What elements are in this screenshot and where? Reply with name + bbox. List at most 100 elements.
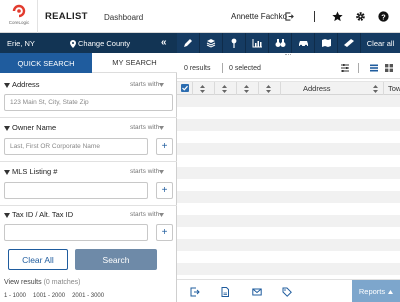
measure-tool-button[interactable]	[338, 33, 361, 53]
range-link[interactable]: 1 - 1000	[4, 293, 26, 299]
sort-column-header[interactable]	[215, 82, 237, 95]
pencil-icon	[184, 39, 192, 47]
table-row	[177, 155, 400, 167]
filter-settings-icon[interactable]	[340, 63, 350, 73]
binoculars-icon	[275, 39, 285, 47]
results-toolbar: 0 results 0 selected	[177, 58, 400, 79]
table-row	[177, 131, 400, 143]
view-results-label: View results	[4, 279, 42, 286]
star-icon[interactable]	[332, 11, 343, 22]
sort-icon	[244, 85, 249, 93]
gear-icon[interactable]	[355, 11, 366, 22]
sort-icon	[266, 85, 271, 93]
tax-id-match-mode[interactable]: starts with	[130, 211, 159, 218]
table-row	[177, 191, 400, 203]
column-header-town[interactable]: Tow	[384, 82, 400, 95]
table-row	[177, 95, 400, 107]
tax-id-input[interactable]	[4, 224, 148, 241]
section-divider	[0, 161, 177, 162]
address-header[interactable]: Address starts with	[0, 80, 177, 92]
chevron-down-icon[interactable]	[159, 170, 164, 174]
add-owner-name-button[interactable]: +	[156, 138, 173, 155]
logo-text: CoreLogic	[8, 20, 30, 25]
chevron-down-icon[interactable]	[159, 126, 164, 130]
chevron-down-icon	[4, 170, 10, 175]
change-county-label: Change County	[78, 39, 131, 48]
tax-id-header[interactable]: Tax ID / Alt. Tax ID starts with	[0, 210, 177, 222]
clear-all-map-button[interactable]: Clear all	[361, 33, 400, 53]
binoculars-tool-button[interactable]	[269, 33, 292, 53]
table-row	[177, 203, 400, 215]
grid-view-icon[interactable]	[384, 63, 394, 73]
column-header-address[interactable]: Address	[281, 82, 384, 95]
owner-name-header[interactable]: Owner Name starts with	[0, 123, 177, 135]
sort-column-header[interactable]	[193, 82, 215, 95]
map-tool-button[interactable]	[315, 33, 338, 53]
chevron-down-icon	[4, 83, 10, 88]
resize-handle[interactable]	[285, 54, 291, 56]
add-mls-listing-button[interactable]: +	[156, 182, 173, 199]
address-match-mode[interactable]: starts with	[130, 81, 159, 88]
tab-my-search[interactable]: MY SEARCH	[92, 53, 177, 73]
header-divider	[37, 0, 38, 33]
help-icon[interactable]: ?	[378, 11, 389, 22]
draw-tool-button[interactable]	[177, 33, 200, 53]
clear-all-button[interactable]: Clear All	[8, 249, 68, 270]
section-divider	[0, 205, 177, 206]
drive-tool-button[interactable]	[292, 33, 315, 53]
pin-tool-button[interactable]	[223, 33, 246, 53]
range-link[interactable]: 2001 - 3000	[72, 293, 104, 299]
tax-id-label: Tax ID / Alt. Tax ID	[12, 210, 74, 219]
sort-column-header[interactable]	[237, 82, 259, 95]
table-row	[177, 215, 400, 227]
mls-listing-header[interactable]: MLS Listing # starts with	[0, 167, 177, 179]
user-name[interactable]: Annette Fachko	[231, 12, 287, 21]
pdf-icon[interactable]	[220, 287, 230, 297]
table-row	[177, 107, 400, 119]
chevron-down-icon[interactable]	[159, 213, 164, 217]
mls-listing-match-mode[interactable]: starts with	[130, 168, 159, 175]
owner-name-match-mode[interactable]: starts with	[130, 124, 159, 131]
location-bar: Erie, NY Change County «	[0, 33, 177, 53]
change-county-button[interactable]: Change County	[70, 39, 130, 48]
section-divider	[0, 117, 177, 118]
export-icon[interactable]	[190, 287, 200, 297]
search-button[interactable]: Search	[75, 249, 157, 270]
tab-quick-search[interactable]: QUICK SEARCH	[0, 53, 92, 73]
chart-icon	[252, 39, 262, 48]
select-all-column	[177, 82, 193, 95]
mls-listing-input[interactable]	[4, 182, 148, 199]
logo-mark-icon	[12, 4, 26, 18]
selected-count: 0 selected	[229, 65, 261, 72]
tag-icon[interactable]	[282, 287, 292, 297]
svg-text:?: ?	[381, 12, 386, 21]
chart-tool-button[interactable]	[246, 33, 269, 53]
reports-button[interactable]: Reports	[352, 280, 400, 302]
table-row	[177, 227, 400, 239]
range-link[interactable]: 1001 - 2000	[33, 293, 65, 299]
checkmark-icon	[182, 85, 188, 91]
address-input[interactable]: 123 Main St, City, State Zip	[4, 94, 173, 111]
collapse-panel-button[interactable]: «	[161, 37, 167, 48]
app-name: REALIST	[45, 11, 88, 22]
current-location: Erie, NY	[7, 39, 35, 48]
layers-tool-button[interactable]	[200, 33, 223, 53]
dashboard-link[interactable]: Dashboard	[104, 13, 143, 22]
results-table-body	[177, 95, 400, 275]
table-row	[177, 143, 400, 155]
search-tabs: QUICK SEARCH MY SEARCH	[0, 53, 177, 73]
chevron-down-icon[interactable]	[159, 83, 164, 87]
chevron-up-icon	[388, 289, 394, 294]
sort-column-header[interactable]	[259, 82, 281, 95]
logout-icon[interactable]	[285, 12, 294, 21]
add-tax-id-button[interactable]: +	[156, 224, 173, 241]
header-separator	[314, 11, 315, 22]
email-icon[interactable]	[252, 287, 262, 297]
corelogic-logo[interactable]: CoreLogic	[6, 4, 32, 29]
table-row	[177, 239, 400, 251]
owner-name-input[interactable]: Last, First OR Corporate Name	[4, 138, 148, 155]
chevron-down-icon	[4, 126, 10, 131]
column-label-address: Address	[303, 84, 331, 93]
select-all-checkbox[interactable]	[181, 84, 189, 92]
list-view-icon[interactable]	[369, 63, 379, 73]
